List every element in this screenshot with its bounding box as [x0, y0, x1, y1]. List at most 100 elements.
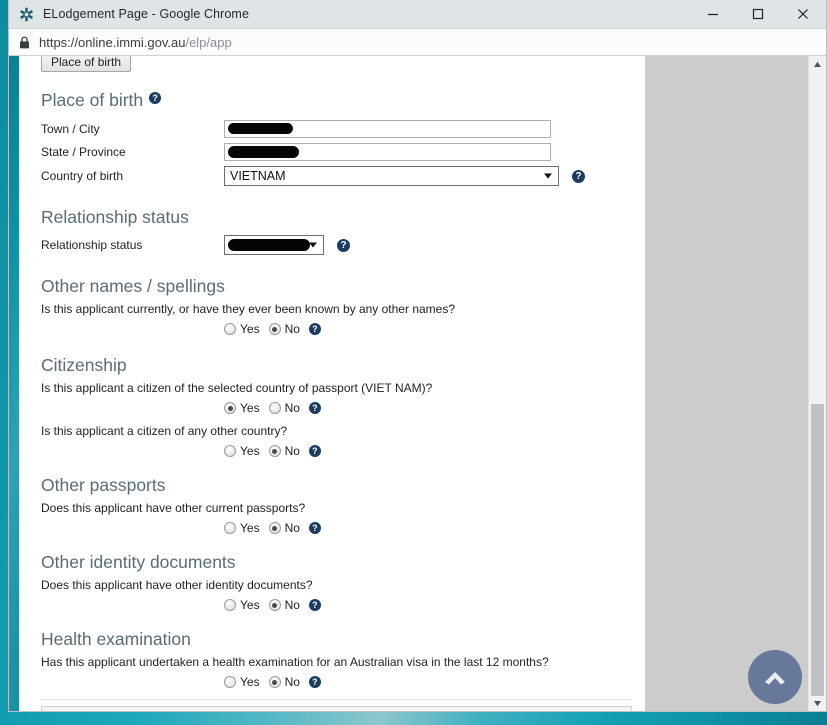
question-text: Is this applicant currently, or have the…: [41, 302, 456, 316]
section-title: Other identity documents: [41, 552, 236, 572]
radio-yes[interactable]: [224, 676, 236, 688]
url-text[interactable]: https://online.immi.gov.au/elp/app: [39, 35, 232, 50]
help-icon[interactable]: ?: [308, 323, 321, 335]
radio-group-citizen-passport-country: Yes No ?: [224, 399, 645, 417]
minimize-button[interactable]: [690, 0, 735, 28]
country-of-birth-select[interactable]: VIETNAM: [224, 166, 559, 186]
maximize-button[interactable]: [735, 0, 780, 28]
form-navigation-bar: Previous Save: [41, 706, 632, 711]
section-heading-relationship-status: Relationship status: [41, 207, 645, 227]
radio-yes[interactable]: [224, 323, 236, 335]
question-text: Does this applicant have other current p…: [41, 501, 306, 515]
radio-no[interactable]: [268, 445, 281, 457]
field-row-town-city: Town / City: [41, 117, 645, 140]
radio-yes[interactable]: [224, 445, 236, 457]
question-text: Is this applicant a citizen of any other…: [41, 424, 288, 438]
window-controls: [690, 0, 826, 28]
help-icon[interactable]: ?: [572, 169, 585, 183]
radio-yes[interactable]: [224, 402, 236, 414]
question-text: Has this applicant undertaken a health e…: [41, 655, 549, 669]
question-text: Is this applicant a citizen of the selec…: [41, 381, 433, 395]
radio-label-no: No: [284, 444, 300, 458]
page-content: Place of birth Place of birth ? Town / C…: [19, 56, 645, 711]
chevron-down-icon: [544, 173, 552, 179]
section-heading-other-passports: Other passports: [41, 475, 645, 495]
section-heading-other-identity-documents: Other identity documents: [41, 552, 645, 572]
radio-no[interactable]: [268, 522, 281, 534]
field-row-country-of-birth: Country of birth VIETNAM ?: [41, 163, 645, 189]
lock-icon: [9, 35, 39, 49]
radio-yes[interactable]: [224, 522, 236, 534]
radio-label-no: No: [284, 598, 300, 612]
address-bar[interactable]: https://online.immi.gov.au/elp/app: [9, 29, 826, 56]
page-left-rail: [9, 56, 19, 711]
browser-window: ELodgement Page - Google Chrome https://…: [8, 0, 827, 712]
radio-label-yes: Yes: [240, 675, 260, 689]
radio-label-yes: Yes: [240, 401, 260, 415]
section-title: Place of birth: [41, 90, 144, 110]
help-icon[interactable]: ?: [308, 599, 321, 611]
radio-no[interactable]: [268, 402, 281, 414]
field-row-relationship-status: Relationship status ?: [41, 233, 645, 257]
redaction-mark: [228, 239, 310, 251]
radio-group-other-names: Yes No ?: [224, 320, 645, 338]
radio-label-yes: Yes: [240, 444, 260, 458]
radio-label-no: No: [284, 401, 300, 415]
relationship-status-select[interactable]: [224, 235, 324, 255]
field-label: Relationship status: [41, 238, 143, 252]
window-title: ELodgement Page - Google Chrome: [43, 7, 249, 21]
help-icon[interactable]: ?: [308, 676, 321, 688]
radio-group-health-examination: Yes No ?: [224, 673, 645, 691]
section-title: Health examination: [41, 629, 191, 649]
section-title: Other passports: [41, 475, 166, 495]
field-row-state-province: State / Province: [41, 140, 645, 163]
section-heading-place-of-birth: Place of birth ?: [41, 90, 645, 110]
radio-yes[interactable]: [224, 599, 236, 611]
scroll-to-top-button[interactable]: [748, 650, 802, 704]
country-of-birth-value: VIETNAM: [230, 169, 286, 183]
gear-icon: [17, 5, 35, 23]
radio-group-citizen-other-country: Yes No ?: [224, 442, 645, 460]
help-icon[interactable]: ?: [149, 92, 162, 104]
section-heading-other-names: Other names / spellings: [41, 276, 645, 296]
field-label: State / Province: [41, 144, 126, 159]
radio-no[interactable]: [268, 599, 281, 611]
chevron-up-icon: [765, 672, 785, 685]
url-path: /elp/app: [185, 34, 232, 50]
chevron-down-icon: [309, 242, 317, 248]
scrollbar-thumb[interactable]: [811, 404, 824, 696]
section-heading-citizenship: Citizenship: [41, 355, 645, 375]
section-title: Other names / spellings: [41, 276, 225, 296]
radio-label-no: No: [284, 322, 300, 336]
form-body: Place of birth Place of birth ? Town / C…: [19, 56, 645, 691]
help-icon[interactable]: ?: [308, 402, 321, 414]
field-label: Country of birth: [41, 169, 124, 183]
help-icon[interactable]: ?: [308, 445, 321, 457]
close-button[interactable]: [780, 0, 826, 28]
radio-label-yes: Yes: [240, 521, 260, 535]
radio-no[interactable]: [268, 676, 281, 688]
radio-label-no: No: [284, 521, 300, 535]
window-titlebar: ELodgement Page - Google Chrome: [9, 0, 826, 29]
help-icon[interactable]: ?: [337, 238, 350, 252]
question-text: Does this applicant have other identity …: [41, 578, 313, 592]
section-title: Relationship status: [41, 207, 189, 227]
redaction-mark: [228, 145, 299, 158]
radio-label-no: No: [284, 675, 300, 689]
url-origin: https://online.immi.gov.au: [39, 34, 186, 50]
page-viewport: Place of birth Place of birth ? Town / C…: [9, 56, 826, 711]
scrollbar-up-arrow[interactable]: [809, 56, 826, 73]
radio-label-yes: Yes: [240, 322, 260, 336]
section-heading-health-examination: Health examination: [41, 629, 645, 649]
section-title: Citizenship: [41, 355, 127, 375]
radio-no[interactable]: [268, 323, 281, 335]
radio-group-other-passports: Yes No ?: [224, 519, 645, 537]
form-divider: [41, 699, 632, 700]
redaction-mark: [228, 122, 293, 134]
scrollbar-down-arrow[interactable]: [809, 695, 826, 711]
field-label: Town / City: [41, 121, 100, 136]
help-icon[interactable]: ?: [308, 522, 321, 534]
add-button[interactable]: Place of birth: [41, 56, 132, 72]
vertical-scrollbar[interactable]: [808, 56, 826, 711]
radio-label-yes: Yes: [240, 598, 260, 612]
